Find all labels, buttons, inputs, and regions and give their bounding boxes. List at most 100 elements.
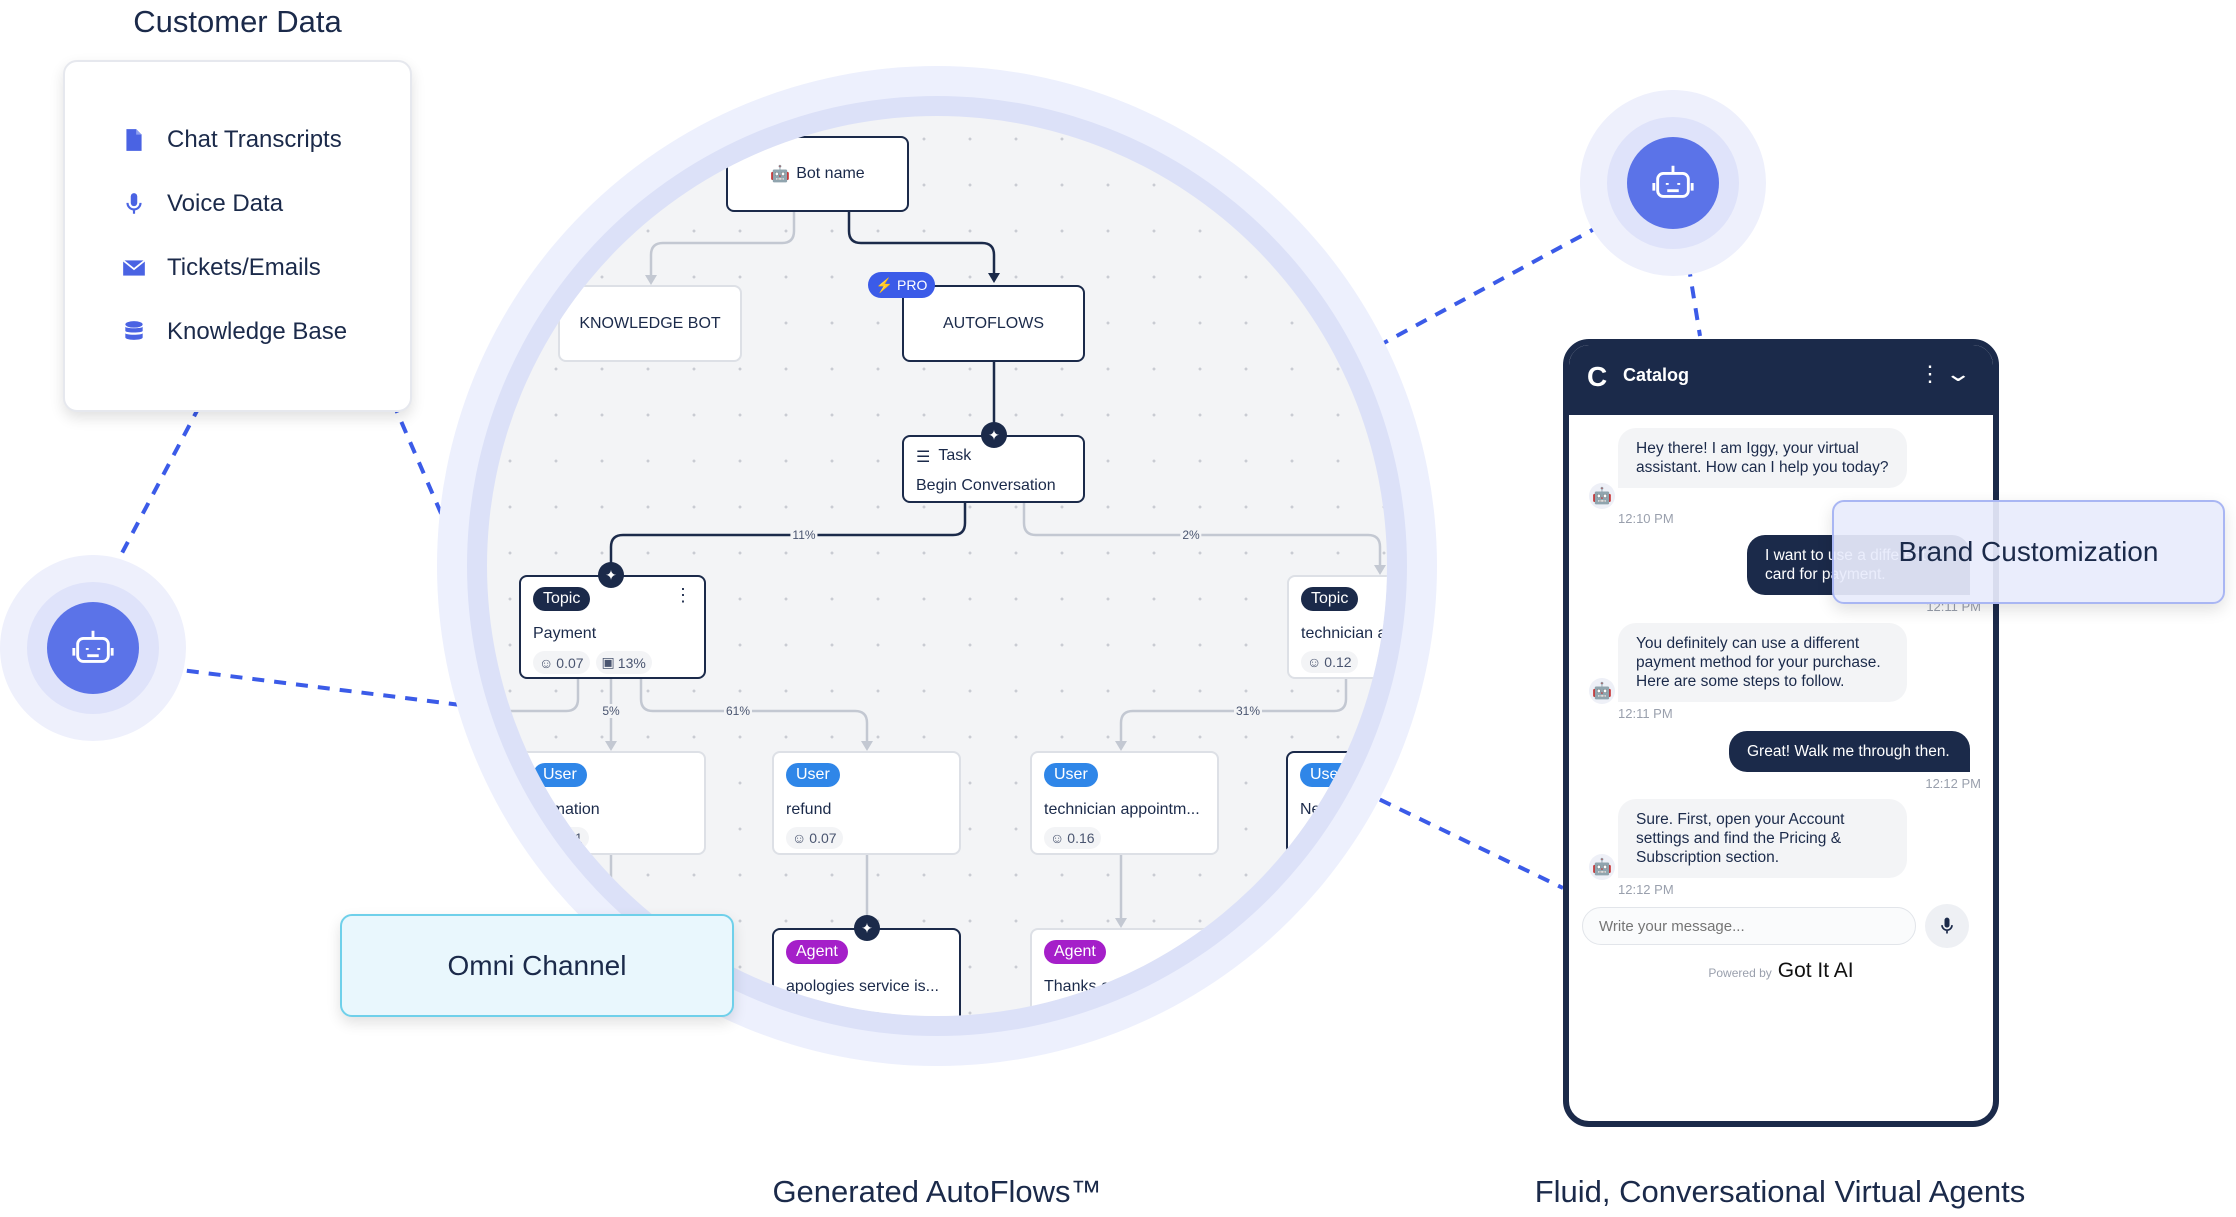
bot-stat: ▣ 13% — [595, 651, 652, 674]
score: 0.07 — [556, 654, 584, 671]
smiley-icon: ☺ — [1307, 654, 1322, 670]
knowledge-bot-node[interactable]: KNOWLEDGE BOT — [558, 285, 742, 362]
topic-tag: Topic — [533, 587, 591, 611]
agents-title: Fluid, Conversational Virtual Agents — [1534, 1174, 2026, 1209]
item-tickets-emails: Tickets/Emails — [121, 254, 321, 282]
customer-data-title: Customer Data — [133, 4, 342, 39]
node-label: technician appointm... — [1044, 801, 1200, 818]
item-label: Chat Transcripts — [167, 126, 342, 153]
flow-canvas[interactable]: 11% 2% 5% 61% 31% 🤖 Bot name KNOWLEDGE BO… — [487, 116, 1387, 1016]
node-label: KNOWLEDGE BOT — [579, 314, 721, 332]
user-tag: User — [1300, 763, 1354, 787]
autoflows-node[interactable]: AUTOFLOWS — [902, 285, 1085, 362]
sentiment-stat: ☺ 0.07 — [533, 651, 590, 674]
pin-icon[interactable]: ✦ — [854, 915, 880, 941]
edge-label: 2% — [1180, 528, 1202, 542]
microphone-icon — [1941, 917, 1953, 934]
chat-message-user: Great! Walk me through then. — [1729, 731, 1970, 772]
message-time: 12:12 PM — [1925, 776, 1981, 791]
autoflows-title: Generated AutoFlows™ — [772, 1174, 1102, 1209]
item-label: Knowledge Base — [167, 318, 348, 345]
list-icon: ☰ — [916, 449, 931, 466]
agent-node[interactable]: Agent apologies service is... — [772, 928, 961, 1016]
node-label: technician ap — [1301, 625, 1387, 642]
more-icon[interactable]: ⋮ — [1919, 361, 1941, 387]
robot-icon: ▣ — [601, 654, 615, 670]
edge-label: 5% — [600, 704, 622, 718]
node-label: Payment — [533, 625, 597, 642]
smiley-icon: ☺ — [539, 830, 554, 846]
score: 0.11 — [556, 830, 583, 846]
database-icon — [125, 321, 143, 340]
edge-label: 31% — [1233, 704, 1263, 718]
more-icon[interactable]: ⋮ — [674, 585, 692, 606]
omni-channel-callout: Omni Channel — [340, 914, 734, 1017]
node-label: Nee — [1300, 801, 1330, 818]
bot-name-node[interactable]: 🤖 Bot name — [726, 136, 909, 212]
bot-avatar-icon: 🤖 — [1589, 678, 1615, 704]
robot-icon: 🤖 — [770, 166, 791, 183]
microphone-button[interactable] — [1925, 904, 1969, 948]
smiley-icon: ☺ — [1050, 830, 1065, 846]
message-time: 12:12 PM — [1618, 882, 1674, 897]
node-label: Thanks conta — [1044, 978, 1141, 995]
node-label: Bot name — [796, 165, 865, 182]
brand-logo: Got It AI — [1777, 959, 1854, 982]
catalog-logo-icon: C — [1587, 361, 1608, 392]
user-tag: User — [1044, 763, 1098, 787]
edge-label: 61% — [723, 704, 753, 718]
envelope-icon — [122, 259, 146, 276]
topic-node[interactable]: Topic technician ap ☺ 0.12 — [1287, 575, 1387, 679]
topic-tag: Topic — [1301, 587, 1359, 611]
powered-by: Powered by Got It AI — [1569, 959, 1993, 983]
flow-edges — [487, 212, 1386, 1016]
user-node[interactable]: User technician appointm... ☺ 0.16 — [1030, 751, 1219, 855]
sentiment-stat: ☺ 0.07 — [786, 827, 843, 849]
chevron-down-icon[interactable]: ⌄ — [1944, 361, 1972, 387]
item-chat-transcripts: Chat Transcripts — [121, 126, 342, 154]
user-tag: User — [533, 763, 587, 787]
node-label: Begin Conversation — [916, 477, 1056, 494]
chat-message-bot: Sure. First, open your Account settings … — [1618, 799, 1907, 878]
pro-label: PRO — [897, 277, 928, 293]
microphone-icon — [126, 193, 142, 214]
pin-icon[interactable]: ✦ — [598, 562, 624, 588]
brand-customization-callout: Brand Customization — [1832, 500, 2225, 604]
node-label: refund — [786, 801, 832, 818]
edge-label: 11% — [790, 528, 818, 542]
smiley-icon: ☺ — [539, 654, 554, 671]
chat-message-bot: You definitely can use a different payme… — [1618, 623, 1907, 702]
chat-widget: C Catalog ⋮ ⌄ 🤖 Hey there! I am Iggy, yo… — [1563, 339, 1999, 1127]
user-node[interactable]: User formation ☺ 0.11 — [519, 751, 706, 855]
chat-message-bot: Hey there! I am Iggy, your virtual assis… — [1618, 428, 1907, 488]
node-label: formation — [533, 801, 600, 818]
score: 0.12 — [1324, 654, 1352, 670]
robot-icon — [47, 602, 139, 694]
agent-tag: Agent — [786, 940, 848, 964]
bot-avatar-icon: 🤖 — [1589, 854, 1615, 880]
item-knowledge-base: Knowledge Base — [121, 318, 347, 346]
message-time: 12:10 PM — [1618, 511, 1674, 526]
document-icon — [126, 129, 142, 151]
item-voice-data: Voice Data — [121, 190, 283, 218]
bot-avatar-icon: 🤖 — [1589, 483, 1615, 509]
user-node[interactable]: User Nee — [1286, 751, 1387, 855]
message-input[interactable] — [1582, 907, 1916, 945]
item-label: Tickets/Emails — [167, 254, 321, 281]
chat-header: C Catalog ⋮ ⌄ — [1569, 345, 1993, 415]
message-time: 12:11 PM — [1618, 706, 1673, 721]
lightning-icon: ⚡ — [875, 276, 894, 293]
agent-node[interactable]: Agent Thanks conta — [1030, 928, 1219, 1016]
user-tag: User — [786, 763, 840, 787]
robot-icon — [1627, 137, 1719, 229]
sentiment-stat: ☺ 0.16 — [1044, 827, 1101, 849]
score: 0.07 — [809, 830, 837, 846]
sentiment-stat: ☺ 0.12 — [1301, 651, 1358, 673]
user-node[interactable]: User refund ☺ 0.07 — [772, 751, 961, 855]
pin-icon[interactable]: ✦ — [981, 422, 1007, 448]
pro-badge: ⚡ PRO — [868, 272, 935, 298]
node-tag: Task — [938, 447, 972, 464]
smiley-icon: ☺ — [792, 830, 807, 846]
topic-node[interactable]: Topic ⋮ Payment ☺ 0.07 ▣ 13% — [519, 575, 706, 679]
sentiment-stat: ☺ 0.11 — [533, 827, 589, 849]
